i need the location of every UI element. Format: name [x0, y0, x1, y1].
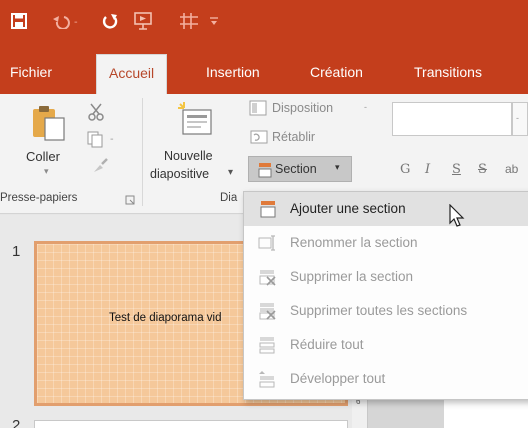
remove-section-icon [258, 268, 278, 286]
new-slide-icon[interactable] [176, 100, 216, 140]
reset-label[interactable]: Rétablir [272, 130, 315, 144]
bold-button[interactable]: G [400, 162, 410, 177]
menu-item-add-section[interactable]: Ajouter une section [244, 192, 528, 226]
slide-number: 1 [12, 243, 21, 260]
slides-group-label: Dia [220, 192, 238, 204]
menu-item-label: Supprimer la section [290, 269, 414, 284]
section-label: Section [275, 162, 317, 176]
redo-icon[interactable] [100, 8, 122, 34]
dialog-launcher-icon[interactable] [124, 193, 136, 205]
layout-icon[interactable] [248, 99, 268, 117]
remove-all-sections-icon [258, 302, 278, 320]
section-dropdown-chevron: ▾ [335, 162, 340, 172]
add-section-icon [258, 200, 278, 218]
new-slide-label-line1[interactable]: Nouvelle [164, 149, 213, 163]
menu-item-label: Supprimer toutes les sections [290, 303, 468, 318]
section-button[interactable]: Section ▾ [248, 156, 352, 182]
tab-accueil[interactable]: Accueil [96, 54, 168, 94]
format-painter-icon[interactable] [90, 156, 112, 176]
italic-button[interactable]: I [425, 162, 430, 177]
reset-icon[interactable] [248, 128, 270, 146]
paste-icon[interactable] [28, 102, 68, 142]
cut-icon[interactable] [86, 102, 106, 122]
tab-transitions[interactable]: Transitions [414, 64, 482, 80]
menu-item-remove-section: Supprimer la section [244, 260, 528, 294]
new-slide-label-line2[interactable]: diapositive [150, 167, 209, 181]
collapse-all-icon [258, 336, 278, 354]
save-icon[interactable] [8, 8, 30, 34]
menu-item-label: Réduire tout [290, 337, 364, 352]
menu-item-label: Développer tout [290, 371, 386, 386]
slide-title-text: Test de diaporama vid [109, 312, 222, 324]
ribbon-tabs: Fichier Accueil Insertion Création Trans… [0, 50, 528, 94]
present-icon[interactable] [130, 8, 156, 34]
title-bar: - [0, 0, 528, 50]
menu-item-collapse-all: Réduire tout [244, 328, 528, 362]
strikethrough-button[interactable]: S [478, 162, 487, 177]
customize-icon[interactable] [206, 8, 222, 34]
menu-item-expand-all: Développer tout [244, 362, 528, 396]
rename-section-icon [258, 234, 278, 252]
tab-insertion[interactable]: Insertion [206, 64, 260, 80]
underline-button[interactable]: S [452, 162, 461, 177]
menu-item-remove-all-sections: Supprimer toutes les sections [244, 294, 528, 328]
slide-number: 2 [12, 417, 21, 428]
menu-item-label: Ajouter une section [290, 201, 406, 216]
group-separator [142, 98, 143, 206]
menu-item-rename-section: Renommer la section [244, 226, 528, 260]
expand-all-icon [258, 370, 278, 388]
table-icon[interactable] [176, 8, 202, 34]
font-name-input[interactable] [392, 102, 512, 136]
paste-button-label[interactable]: Coller [26, 149, 60, 164]
tab-fichier[interactable]: Fichier [10, 64, 52, 80]
mouse-cursor-icon [448, 203, 468, 228]
char-spacing-button[interactable]: ab [505, 162, 518, 176]
menu-item-label: Renommer la section [290, 235, 418, 250]
font-size-input[interactable]: - [512, 102, 528, 136]
clipboard-group-label: Presse-papiers [0, 192, 78, 204]
layout-label[interactable]: Disposition [272, 101, 333, 115]
svg-text:-: - [110, 134, 114, 145]
paste-dropdown-chevron[interactable]: ▾ [44, 166, 49, 177]
layout-dropdown-chevron[interactable]: - [364, 102, 367, 112]
slide-thumbnail[interactable] [34, 420, 348, 428]
tab-creation[interactable]: Création [310, 64, 363, 80]
new-slide-dropdown-chevron[interactable]: ▾ [228, 167, 233, 178]
section-icon [257, 162, 273, 178]
copy-icon[interactable]: - [86, 130, 120, 148]
section-dropdown-menu: Ajouter une section Renommer la section … [243, 191, 528, 400]
undo-icon[interactable]: - [50, 8, 88, 34]
svg-text:-: - [74, 17, 78, 28]
